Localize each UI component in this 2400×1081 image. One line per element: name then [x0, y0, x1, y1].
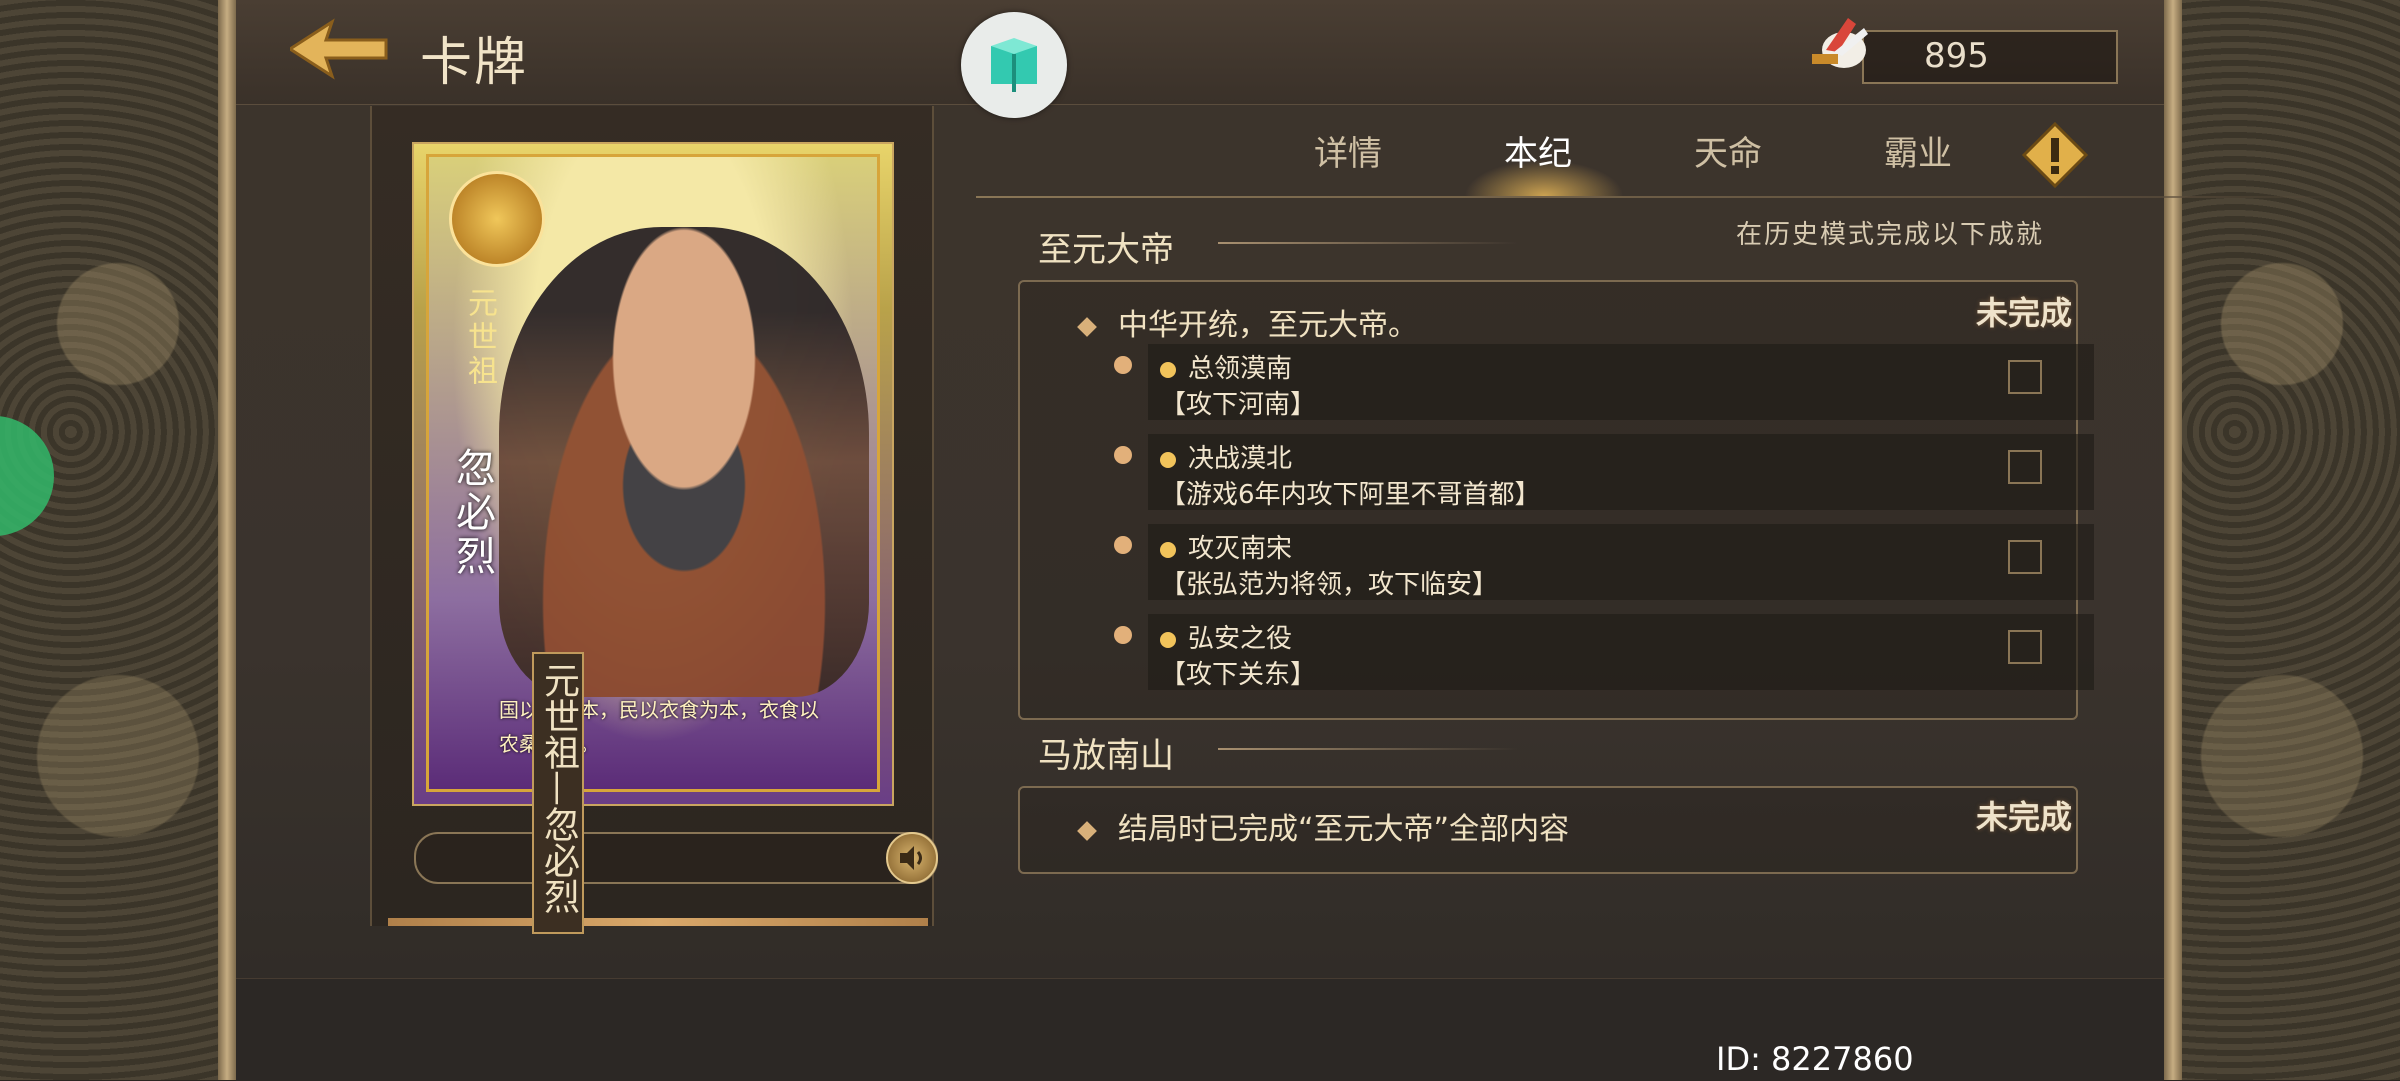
- feather-token-icon: [1812, 18, 1868, 68]
- task-checkbox[interactable]: [2008, 360, 2042, 394]
- achievement-panel-2: 结局时已完成“至元大帝”全部内容 未完成: [1018, 784, 2078, 874]
- task-name: 总领漠南: [1160, 348, 1292, 385]
- task-checkbox[interactable]: [2008, 450, 2042, 484]
- crystal-icon: [991, 38, 1037, 92]
- status-stamp-1: 未完成: [1976, 280, 2073, 340]
- crystal-button[interactable]: [961, 12, 1067, 118]
- task-row: 攻灭南宋 【张弘范为将领，攻下临安】: [1114, 524, 2094, 600]
- task-row: 决战漠北 【游戏6年内攻下阿里不哥首都】: [1114, 434, 2094, 510]
- task-checkbox[interactable]: [2008, 540, 2042, 574]
- card-emblem-icon: [449, 171, 545, 267]
- alert-icon: [2021, 121, 2089, 189]
- task-name: 弘安之役: [1160, 618, 1292, 655]
- currency-value: 895: [1924, 36, 1989, 76]
- panel-headline-2: 结局时已完成“至元大帝”全部内容: [1077, 804, 1570, 848]
- task-bullet-icon: [1114, 446, 1132, 464]
- tab-bar: 详情 本纪 天命 霸业: [976, 126, 2396, 196]
- hero-card[interactable]: 元世祖 忽必烈 国以民为本，民以衣食为本，衣食以农桑为本。: [412, 142, 894, 806]
- tab-divider: [976, 196, 2356, 198]
- card-frame: 元世祖 忽必烈 国以民为本，民以衣食为本，衣食以农桑为本。: [370, 106, 938, 926]
- task-bullet-icon: [1114, 356, 1132, 374]
- tab-details-label: 详情: [1314, 134, 1382, 174]
- tab-details[interactable]: 详情: [1314, 126, 1382, 175]
- back-arrow-icon: [287, 18, 388, 80]
- tab-destiny-label: 天命: [1694, 134, 1762, 174]
- card-vertical-title: 元世祖: [462, 287, 497, 389]
- section-title-1: 至元大帝: [1038, 230, 1174, 270]
- task-checkbox[interactable]: [2008, 630, 2042, 664]
- task-desc: 【攻下河南】: [1160, 390, 1317, 420]
- panel-headline-1-text: 中华开统，至元大帝。: [1118, 308, 1418, 343]
- task-desc: 【游戏6年内攻下阿里不哥首都】: [1160, 480, 1541, 510]
- hero-name-plaque: 元世祖—忽必烈: [532, 652, 584, 934]
- user-id: ID: 8227860: [1716, 1040, 1914, 1078]
- task-desc: 【张弘范为将领，攻下临安】: [1160, 570, 1499, 600]
- tab-annals[interactable]: 本纪: [1464, 126, 1624, 196]
- top-bar: 卡牌 895: [236, 0, 2164, 118]
- hero-portrait: [499, 227, 869, 697]
- currency-display: 895: [1812, 18, 2118, 84]
- task-desc: 【攻下关东】: [1160, 660, 1317, 690]
- main-panel: 卡牌 895 元世祖 忽必烈 国以民为本，民以衣食为本，衣食以农桑 。 元世祖—…: [236, 0, 2356, 1081]
- diamond-icon: [1077, 820, 1097, 841]
- card-vertical-name: 忽必烈: [449, 447, 495, 579]
- voice-bar: [414, 832, 938, 884]
- task-bullet-icon: [1114, 626, 1132, 644]
- hero-name-text: 元世祖—忽必烈: [538, 662, 579, 914]
- section-rule-1: [1218, 242, 1518, 244]
- task-name: 决战漠北: [1160, 438, 1292, 475]
- card-underline: [388, 918, 928, 926]
- panel-headline-2-text: 结局时已完成“至元大帝”全部内容: [1118, 812, 1570, 847]
- diamond-icon: [1077, 316, 1097, 337]
- status-stamp-2: 未完成: [1976, 784, 2073, 844]
- page-title: 卡牌: [420, 33, 529, 93]
- tab-hegemony[interactable]: 霸业: [1884, 126, 1952, 175]
- section-title-2: 马放南山: [1038, 736, 1174, 776]
- speaker-button[interactable]: [886, 832, 938, 884]
- achievement-panel-1: 中华开统，至元大帝。 未完成 总领漠南 【攻下河南】 决战漠北 【游戏6年内攻下…: [1018, 280, 2094, 720]
- panel-headline-1: 中华开统，至元大帝。: [1077, 300, 1418, 344]
- tab-destiny[interactable]: 天命: [1694, 126, 1762, 175]
- speaker-icon: [900, 846, 922, 870]
- task-row: 总领漠南 【攻下河南】: [1114, 344, 2094, 420]
- card-art: 元世祖 忽必烈 国以民为本，民以衣食为本，衣食以农桑为本。: [426, 154, 880, 792]
- section-note-1: 在历史模式完成以下成就: [1736, 220, 2045, 250]
- task-name: 攻灭南宋: [1160, 528, 1292, 565]
- task-row: 弘安之役 【攻下关东】: [1114, 614, 2094, 690]
- left-dragon-panel: [0, 0, 236, 1080]
- left-pillar: [218, 0, 236, 1080]
- section-rule-2: [1218, 748, 1518, 750]
- tab-hegemony-label: 霸业: [1884, 134, 1952, 174]
- tab-annals-label: 本纪: [1504, 134, 1572, 174]
- alert-button[interactable]: [2021, 121, 2089, 189]
- back-button[interactable]: [287, 18, 390, 80]
- task-bullet-icon: [1114, 536, 1132, 554]
